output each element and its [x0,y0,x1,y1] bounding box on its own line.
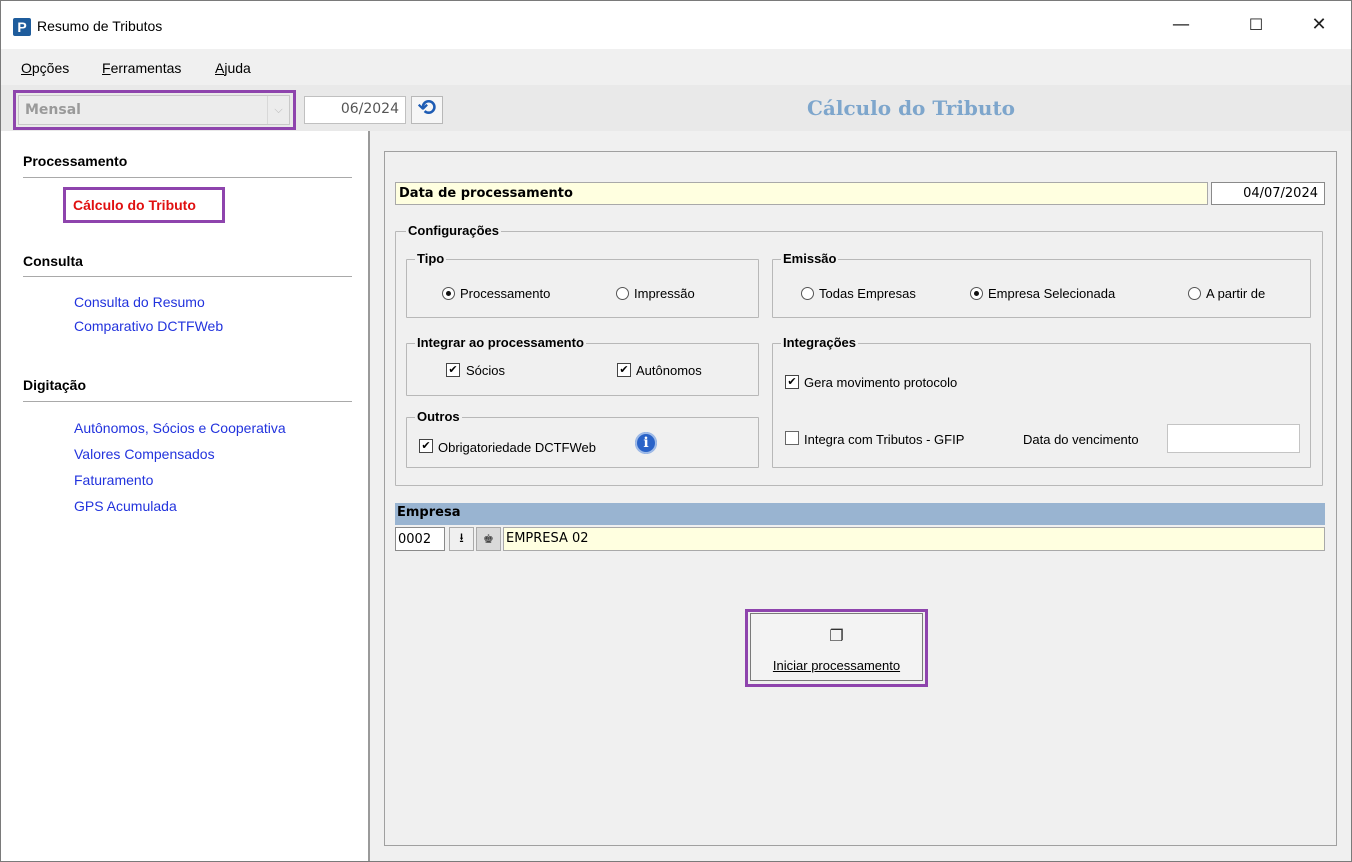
checkbox-obrigatoriedade-label: Obrigatoriedade DCTFWeb [438,440,596,455]
menu-ferramentas-label: erramentas [110,60,182,76]
undo-icon[interactable]: ⟲ [411,96,443,124]
menu-ferramentas[interactable]: Ferramentas [102,60,181,76]
empresa-code-field[interactable]: 0002 [395,527,445,551]
menu-ferramentas-mnemonic: F [102,60,111,76]
emissao-title: Emissão [781,251,839,266]
sidebar-item-comparativo-dctfweb[interactable]: Comparativo DCTFWeb [74,318,223,334]
window-title: Resumo de Tributos [37,18,163,34]
person-search-icon[interactable]: ♚ [476,527,501,551]
title-bar [1,1,1351,49]
divider [23,177,352,178]
sidebar-item-consulta-do-resumo[interactable]: Consulta do Resumo [74,294,205,310]
month-field[interactable]: 06/2024 [304,96,406,124]
info-icon[interactable]: i [635,432,657,454]
download-icon[interactable]: ⭳ [449,527,474,551]
data-vencimento-label: Data do vencimento [1023,432,1139,447]
sidebar-section-processamento: Processamento [23,153,128,169]
menu-opcoes-label: pções [31,60,70,76]
data-vencimento-field[interactable] [1167,424,1300,453]
sidebar-section-digitacao: Digitação [23,377,87,393]
minimize-button[interactable]: — [1169,13,1193,37]
sidebar-item-gps-acumulada[interactable]: GPS Acumulada [74,498,177,514]
sidebar-item-valores-compensados[interactable]: Valores Compensados [74,446,215,462]
radio-todas-empresas-label: Todas Empresas [819,286,916,301]
radio-a-partir-de-label: A partir de [1206,286,1266,301]
period-highlight [13,90,296,130]
copy-icon: ❐ [829,626,844,645]
radio-processamento-label: Processamento [460,286,551,301]
iniciar-processamento-button[interactable]: ❐ Iniciar processamento [750,613,923,681]
radio-processamento[interactable] [442,287,455,300]
checkbox-integra-gfip[interactable] [785,431,799,445]
empresa-name-field[interactable]: EMPRESA 02 [503,527,1325,551]
outros-title: Outros [415,409,462,424]
checkbox-gera-movimento[interactable]: ✔ [785,375,799,389]
menu-bar [1,49,1351,85]
integrar-title: Integrar ao processamento [415,335,586,350]
radio-impressao-label: Impressão [634,286,695,301]
data-processamento-field[interactable]: 04/07/2024 [1211,182,1325,205]
application-window: P Resumo de Tributos — ☐ ✕ Opções Ferram… [0,0,1352,862]
data-processamento-label: Data de processamento [395,182,1208,205]
sidebar [1,131,370,861]
page-title: Cálculo do Tributo [806,96,1016,120]
tipo-frame [406,259,759,318]
checkbox-socios-label: Sócios [466,363,506,378]
checkbox-autonomos[interactable]: ✔ [617,363,631,377]
menu-ajuda[interactable]: Ajuda [215,60,251,76]
empresa-header: Empresa [395,503,1325,525]
radio-a-partir-de[interactable] [1188,287,1201,300]
checkbox-autonomos-label: Autônomos [636,363,702,378]
menu-ajuda-label: juda [224,60,251,76]
menu-opcoes[interactable]: Opções [21,60,69,76]
maximize-button[interactable]: ☐ [1244,13,1268,37]
tipo-title: Tipo [415,251,447,266]
radio-impressao[interactable] [616,287,629,300]
menu-ajuda-mnemonic: A [215,60,225,76]
integracoes-title: Integrações [781,335,858,350]
radio-empresa-selecionada-label: Empresa Selecionada [988,286,1116,301]
radio-todas-empresas[interactable] [801,287,814,300]
checkbox-gera-movimento-label: Gera movimento protocolo [804,375,958,390]
sidebar-item-faturamento[interactable]: Faturamento [74,472,153,488]
divider [23,276,352,277]
close-button[interactable]: ✕ [1307,13,1331,37]
sidebar-item-calculo-do-tributo[interactable]: Cálculo do Tributo [73,197,196,213]
checkbox-obrigatoriedade-dctfweb[interactable]: ✔ [419,439,433,453]
radio-empresa-selecionada[interactable] [970,287,983,300]
checkbox-integra-gfip-label: Integra com Tributos - GFIP [804,432,965,447]
iniciar-processamento-label: Iniciar processamento [772,658,901,673]
configuracoes-title: Configurações [406,223,502,238]
sidebar-section-consulta: Consulta [23,253,83,269]
sidebar-item-autonomos-socios[interactable]: Autônomos, Sócios e Cooperativa [74,420,286,436]
app-icon: P [13,18,31,36]
divider [23,401,352,402]
menu-opcoes-mnemonic: O [21,60,32,76]
checkbox-socios[interactable]: ✔ [446,363,460,377]
